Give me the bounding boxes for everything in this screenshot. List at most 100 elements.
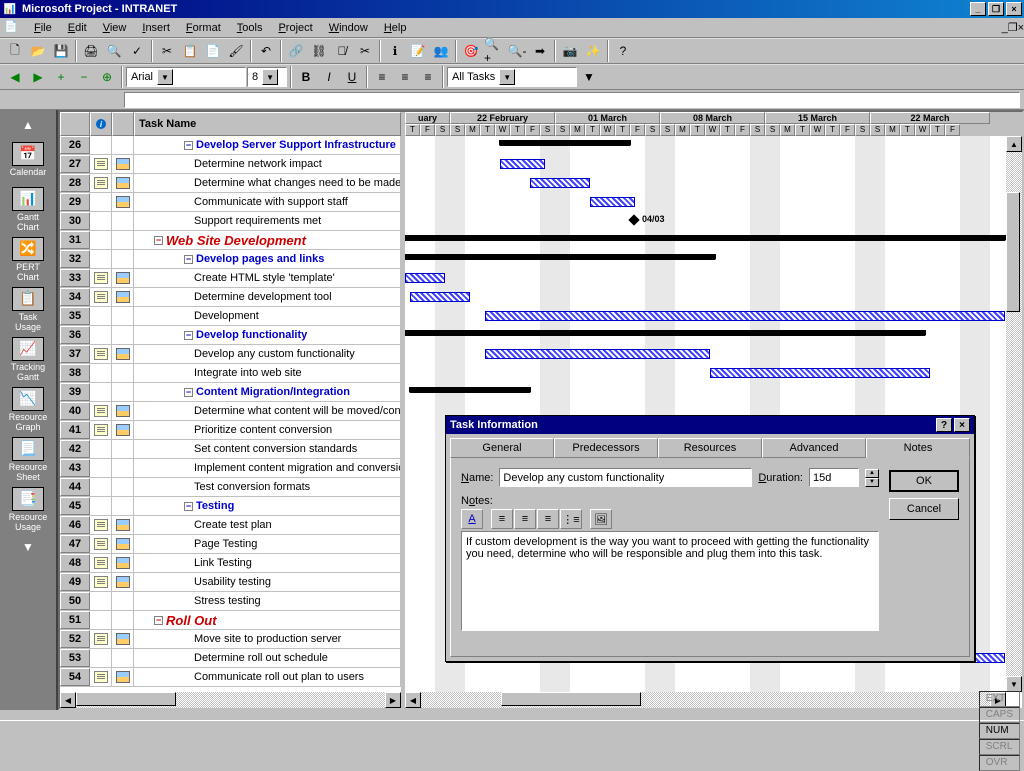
gantt-summary[interactable] (405, 330, 925, 336)
task-row[interactable]: 52Move site to production server (60, 630, 401, 649)
task-name-cell[interactable]: Communicate roll out plan to users (134, 668, 401, 686)
row-number[interactable]: 36 (60, 326, 90, 344)
row-number[interactable]: 44 (60, 478, 90, 496)
taskname-column-header[interactable]: Task Name (134, 112, 401, 136)
tab-resources[interactable]: Resources (658, 438, 762, 458)
font-button[interactable]: A (461, 509, 483, 529)
day-header[interactable]: M (780, 124, 795, 136)
row-number[interactable]: 39 (60, 383, 90, 401)
notes-bullets[interactable]: ⋮≡ (560, 509, 582, 529)
task-row[interactable]: 37Develop any custom functionality (60, 345, 401, 364)
day-header[interactable]: W (600, 124, 615, 136)
print-button[interactable]: 🖨 (80, 40, 102, 62)
task-name-cell[interactable]: Set content conversion standards (134, 440, 401, 458)
task-row[interactable]: 30Support requirements met (60, 212, 401, 231)
format-painter-button[interactable]: 🖌 (225, 40, 247, 62)
task-name-cell[interactable]: Link Testing (134, 554, 401, 572)
tab-advanced[interactable]: Advanced (762, 438, 866, 458)
hide-subtasks-button[interactable]: − (73, 66, 95, 88)
day-header[interactable]: T (795, 124, 810, 136)
unlink-tasks-button[interactable]: ⛓̸ (331, 40, 353, 62)
open-button[interactable]: 📂 (27, 40, 49, 62)
day-header[interactable]: F (840, 124, 855, 136)
show-subtasks-button[interactable]: + (50, 66, 72, 88)
day-header[interactable]: F (630, 124, 645, 136)
scroll-left-button[interactable]: ◀ (60, 692, 76, 708)
paste-button[interactable]: 📄 (202, 40, 224, 62)
view-calendar[interactable]: 📅Calendar (4, 136, 52, 184)
day-header[interactable]: S (870, 124, 885, 136)
week-header[interactable]: uary (405, 112, 450, 124)
task-row[interactable]: 54 Communicate roll out plan to users (60, 668, 401, 687)
dialog-title-bar[interactable]: Task Information ? × (446, 416, 974, 434)
close-button[interactable]: × (1006, 2, 1022, 16)
day-header[interactable]: S (660, 124, 675, 136)
task-notes-button[interactable]: 📝 (407, 40, 429, 62)
task-name-cell[interactable]: −Develop Server Support Infrastructure (134, 136, 401, 154)
day-header[interactable]: F (945, 124, 960, 136)
gantt-vscroll[interactable]: ▲ ▼ (1006, 136, 1022, 692)
day-header[interactable]: S (435, 124, 450, 136)
day-header[interactable]: W (495, 124, 510, 136)
task-name-cell[interactable]: Determine development tool (134, 288, 401, 306)
task-row[interactable]: 27Determine network impact (60, 155, 401, 174)
gantt-summary[interactable] (405, 235, 1005, 241)
bold-button[interactable]: B (295, 66, 317, 88)
view-tracking-gantt[interactable]: 📈TrackingGantt (4, 336, 52, 384)
row-number[interactable]: 50 (60, 592, 90, 610)
task-name-cell[interactable]: Move site to production server (134, 630, 401, 648)
menu-project[interactable]: Project (270, 20, 320, 36)
row-number[interactable]: 29 (60, 193, 90, 211)
task-name-cell[interactable]: Create test plan (134, 516, 401, 534)
insert-object-button[interactable]: 🖼 (590, 509, 612, 529)
undo-button[interactable]: ↶ (255, 40, 277, 62)
align-left-button[interactable]: ≡ (371, 66, 393, 88)
maximize-button[interactable]: ❐ (988, 2, 1004, 16)
task-row[interactable]: 50 Stress testing (60, 592, 401, 611)
task-name-cell[interactable]: −Web Site Development (134, 231, 401, 249)
task-row[interactable]: 26−Develop Server Support Infrastructure (60, 136, 401, 155)
link-tasks-button[interactable]: ⛓ (308, 40, 330, 62)
view-resource-graph[interactable]: 📉ResourceGraph (4, 386, 52, 434)
task-name-cell[interactable]: Integrate into web site (134, 364, 401, 382)
task-row[interactable]: 47Page Testing (60, 535, 401, 554)
day-header[interactable]: S (450, 124, 465, 136)
day-header[interactable]: T (405, 124, 420, 136)
scroll-right-button[interactable]: ▶ (385, 692, 401, 708)
indicator-column-header[interactable] (112, 112, 134, 136)
task-name-cell[interactable]: Development (134, 307, 401, 325)
gantt-bar[interactable] (500, 159, 545, 169)
day-header[interactable]: T (510, 124, 525, 136)
filter-combo[interactable]: All Tasks▼ (447, 67, 577, 87)
name-input[interactable] (499, 468, 752, 487)
day-header[interactable]: T (930, 124, 945, 136)
goto-task-button[interactable]: ➡ (529, 40, 551, 62)
gantt-bar[interactable] (405, 273, 445, 283)
task-row[interactable]: 40 Determine what content will be moved/c… (60, 402, 401, 421)
font-combo[interactable]: Arial▼ (126, 67, 246, 87)
duration-input[interactable] (809, 468, 859, 487)
task-name-cell[interactable]: Stress testing (134, 592, 401, 610)
task-row[interactable]: 41Prioritize content conversion (60, 421, 401, 440)
task-name-cell[interactable]: Determine what content will be moved/con… (134, 402, 401, 420)
zoom-in-button[interactable]: 🔍+ (483, 40, 505, 62)
gantt-bar[interactable] (530, 178, 590, 188)
task-row[interactable]: 43Implement content migration and conver… (60, 459, 401, 478)
row-number[interactable]: 54 (60, 668, 90, 686)
day-header[interactable]: S (540, 124, 555, 136)
save-button[interactable]: 💾 (50, 40, 72, 62)
day-header[interactable]: S (855, 124, 870, 136)
select-all-cell[interactable] (60, 112, 90, 136)
row-number[interactable]: 34 (60, 288, 90, 306)
row-number[interactable]: 40 (60, 402, 90, 420)
row-number[interactable]: 27 (60, 155, 90, 173)
menu-file[interactable]: File (26, 20, 60, 36)
day-header[interactable]: M (675, 124, 690, 136)
row-number[interactable]: 35 (60, 307, 90, 325)
row-number[interactable]: 33 (60, 269, 90, 287)
week-header[interactable]: 22 February (450, 112, 555, 124)
new-button[interactable]: 🗋 (4, 40, 26, 62)
menu-insert[interactable]: Insert (134, 20, 178, 36)
day-header[interactable]: S (555, 124, 570, 136)
mdi-restore-button[interactable]: ❐ (1008, 21, 1018, 34)
